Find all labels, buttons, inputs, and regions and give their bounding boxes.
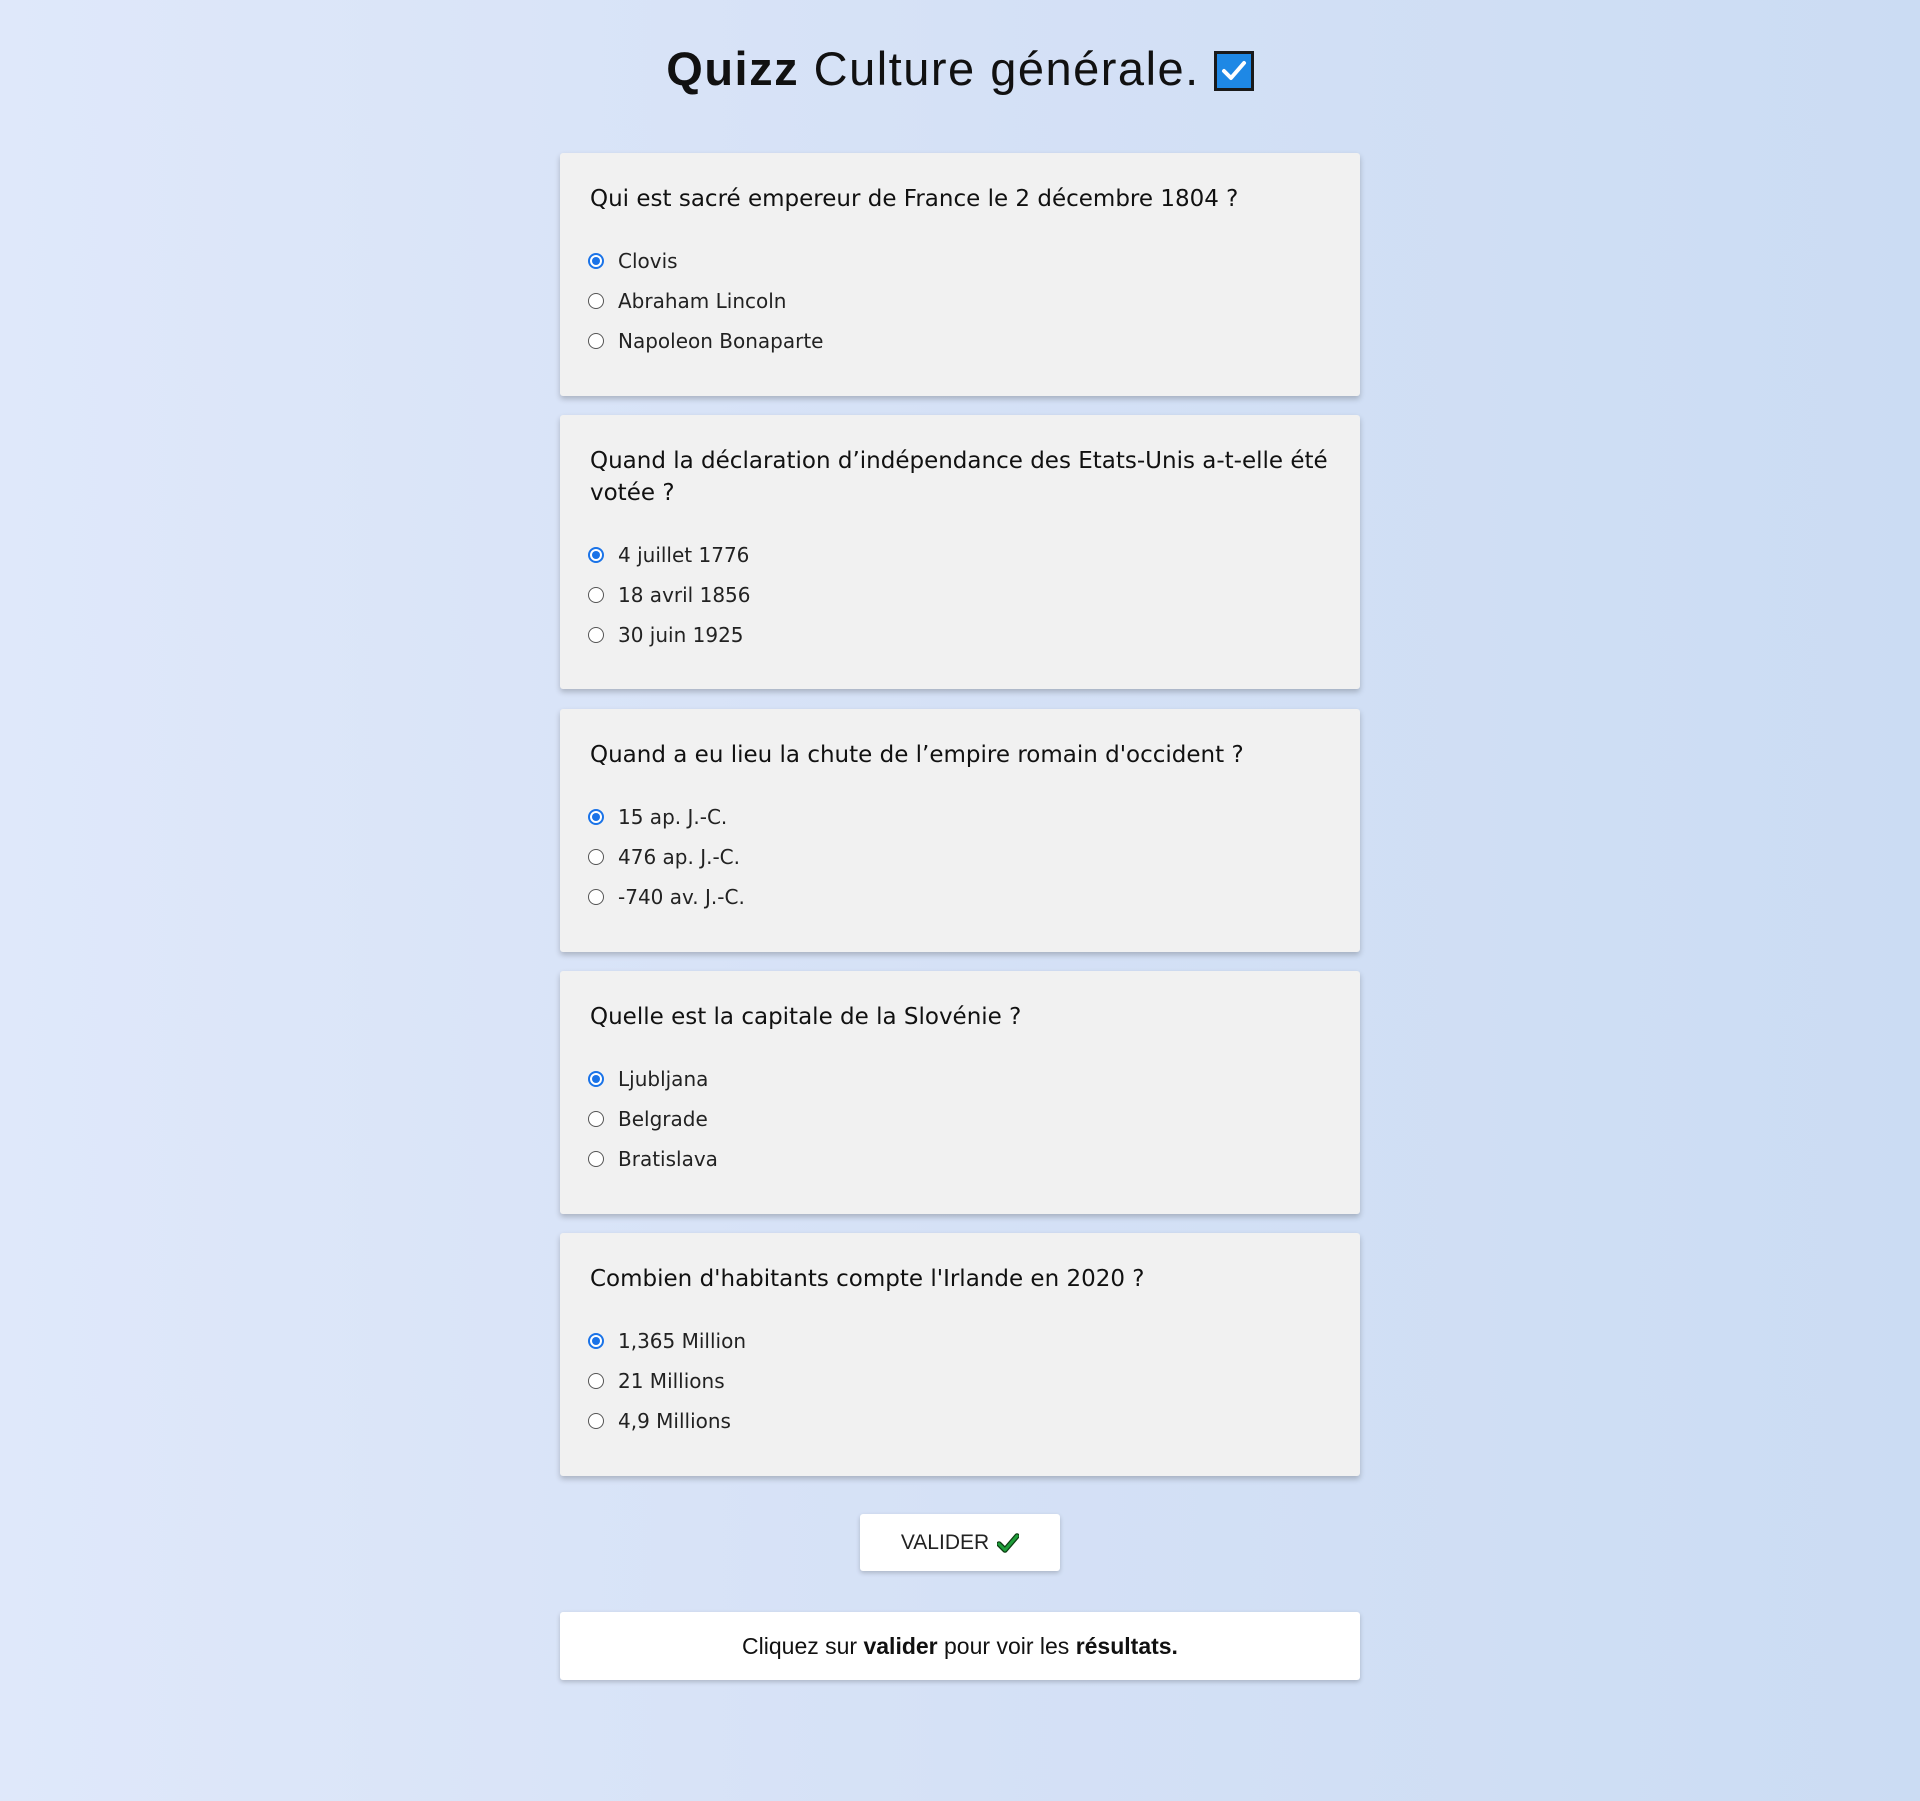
answer-label[interactable]: 30 juin 1925: [618, 623, 744, 647]
answer-option[interactable]: 18 avril 1856: [588, 575, 1330, 615]
radio-button[interactable]: [588, 333, 604, 349]
radio-button-selected[interactable]: [588, 253, 604, 269]
answer-option[interactable]: 15 ap. J.-C.: [588, 797, 1330, 837]
question-card-5: Combien d'habitants compte l'Irlande en …: [560, 1233, 1360, 1476]
question-text: Qui est sacré empereur de France le 2 dé…: [590, 186, 1239, 212]
answer-option[interactable]: 476 ap. J.-C.: [588, 837, 1330, 877]
radio-button[interactable]: [588, 293, 604, 309]
answer-label[interactable]: Napoleon Bonaparte: [618, 329, 824, 353]
answer-label[interactable]: 4 juillet 1776: [618, 543, 749, 567]
answer-label[interactable]: -740 av. J.-C.: [618, 885, 745, 909]
result-text-1: Cliquez sur: [742, 1632, 864, 1659]
question-text: Combien d'habitants compte l'Irlande en …: [590, 1266, 1145, 1292]
validate-button[interactable]: VALIDER: [860, 1514, 1060, 1571]
answer-label[interactable]: 15 ap. J.-C.: [618, 805, 727, 829]
answer-option[interactable]: 30 juin 1925: [588, 615, 1330, 655]
answer-label[interactable]: Bratislava: [618, 1147, 718, 1171]
answer-option[interactable]: Ljubljana: [588, 1059, 1330, 1099]
answer-label[interactable]: Belgrade: [618, 1107, 708, 1131]
answer-option[interactable]: 4 juillet 1776: [588, 535, 1330, 575]
radio-button[interactable]: [588, 889, 604, 905]
question-card-4: Quelle est la capitale de la Slovénie ? …: [560, 971, 1360, 1214]
answer-option[interactable]: Belgrade: [588, 1099, 1330, 1139]
answer-label[interactable]: Clovis: [618, 249, 678, 273]
answer-option[interactable]: 4,9 Millions: [588, 1401, 1330, 1441]
answer-option[interactable]: -740 av. J.-C.: [588, 877, 1330, 917]
answer-label[interactable]: 18 avril 1856: [618, 583, 751, 607]
radio-button[interactable]: [588, 1373, 604, 1389]
answer-label[interactable]: 476 ap. J.-C.: [618, 845, 740, 869]
result-text-2: pour voir les: [937, 1632, 1076, 1659]
checkmark-icon: [997, 1532, 1020, 1553]
answer-option[interactable]: Napoleon Bonaparte: [588, 321, 1330, 361]
radio-button-selected[interactable]: [588, 809, 604, 825]
checkbox-checked-icon: [1213, 51, 1254, 91]
question-text: Quand a eu lieu la chute de l’empire rom…: [590, 742, 1244, 768]
radio-button[interactable]: [588, 1413, 604, 1429]
result-bold-resultats: résultats.: [1075, 1632, 1178, 1659]
answer-option[interactable]: 1,365 Million: [588, 1321, 1330, 1361]
answer-label[interactable]: 1,365 Million: [618, 1329, 746, 1353]
question-text: Quand la déclaration d’indépendance des …: [590, 448, 1328, 506]
radio-button[interactable]: [588, 849, 604, 865]
answer-label[interactable]: 21 Millions: [618, 1369, 725, 1393]
page-title-rest: Culture générale.: [799, 42, 1200, 95]
radio-button-selected[interactable]: [588, 1333, 604, 1349]
answer-label[interactable]: Abraham Lincoln: [618, 289, 786, 313]
question-card-2: Quand la déclaration d’indépendance des …: [560, 415, 1360, 689]
answer-label[interactable]: Ljubljana: [618, 1067, 708, 1091]
question-card-1: Qui est sacré empereur de France le 2 dé…: [560, 153, 1360, 396]
answer-option[interactable]: 21 Millions: [588, 1361, 1330, 1401]
radio-button[interactable]: [588, 587, 604, 603]
answer-label[interactable]: 4,9 Millions: [618, 1409, 731, 1433]
result-bold-valider: valider: [863, 1632, 938, 1659]
answer-option[interactable]: Bratislava: [588, 1139, 1330, 1179]
question-text: Quelle est la capitale de la Slovénie ?: [590, 1004, 1022, 1030]
result-message: Cliquez sur valider pour voir les résult…: [560, 1612, 1360, 1680]
page-title: Quizz Culture générale.: [0, 38, 1920, 100]
validate-button-label: VALIDER: [900, 1530, 990, 1554]
radio-button[interactable]: [588, 1111, 604, 1127]
radio-button[interactable]: [588, 1151, 604, 1167]
answer-option[interactable]: Clovis: [588, 241, 1330, 281]
question-card-3: Quand a eu lieu la chute de l’empire rom…: [560, 709, 1360, 952]
radio-button[interactable]: [588, 627, 604, 643]
radio-button-selected[interactable]: [588, 547, 604, 563]
radio-button-selected[interactable]: [588, 1071, 604, 1087]
page-title-bold: Quizz: [666, 42, 800, 95]
answer-option[interactable]: Abraham Lincoln: [588, 281, 1330, 321]
